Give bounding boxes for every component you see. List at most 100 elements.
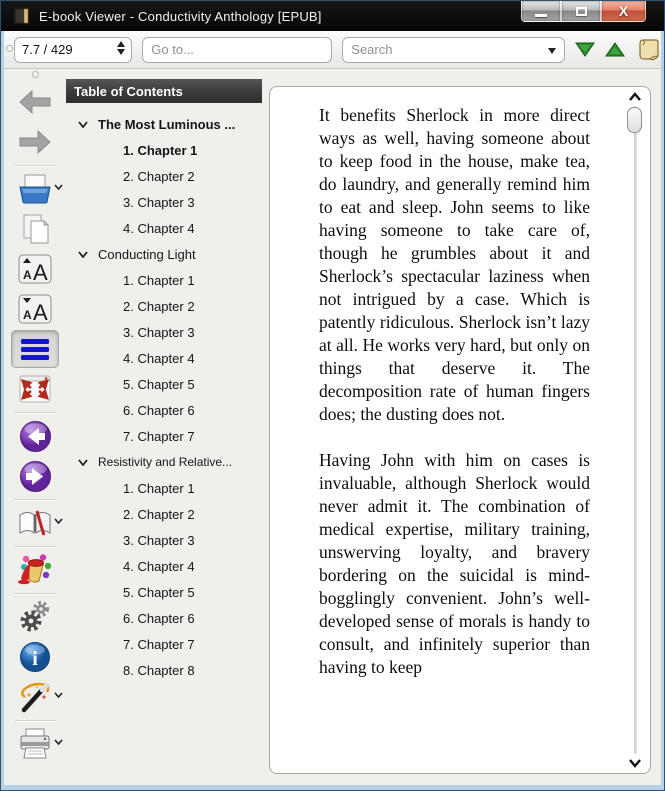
toc-item[interactable]: 2. Chapter 2 (66, 501, 268, 527)
font-size-larger-button[interactable]: A A (11, 250, 59, 288)
toc-item[interactable]: 3. Chapter 3 (66, 319, 268, 345)
spin-down-icon[interactable] (117, 48, 126, 55)
color-scheme-button[interactable] (11, 551, 59, 589)
page-position-spinner[interactable] (14, 36, 133, 63)
color-scheme-icon (18, 554, 52, 585)
chevron-down-icon[interactable] (78, 458, 92, 466)
toc-item[interactable]: 1. Chapter 1 (66, 475, 268, 501)
toc-section[interactable]: Conducting Light (66, 241, 268, 267)
info-icon: i (20, 642, 50, 672)
magic-wand-icon (21, 682, 50, 713)
toc-panel: Table of Contents The Most Luminous ... … (66, 69, 268, 785)
toolbar-handle[interactable] (6, 45, 13, 52)
previous-page-icon (19, 420, 51, 452)
toolbar-handle[interactable] (31, 71, 39, 78)
svg-text:i: i (32, 648, 38, 670)
font-size-smaller-button[interactable]: A A (11, 290, 59, 328)
toc-item[interactable]: 4. Chapter 4 (66, 345, 268, 371)
scroll-up-icon[interactable] (628, 92, 642, 102)
toc-item[interactable]: 3. Chapter 3 (66, 527, 268, 553)
paragraph: Having John with him on cases is invalua… (319, 450, 590, 677)
svg-text:A: A (23, 268, 32, 282)
search-combobox[interactable] (342, 36, 565, 63)
chevron-down-icon[interactable] (54, 518, 63, 524)
maximize-icon (575, 6, 587, 16)
chevron-down-icon[interactable] (548, 47, 556, 54)
open-ebook-icon (19, 174, 51, 204)
toc-item[interactable]: 5. Chapter 5 (66, 579, 268, 605)
toc-section[interactable]: The Most Luminous ... (66, 111, 268, 137)
goto-input[interactable] (142, 36, 333, 63)
chevron-down-icon[interactable] (78, 120, 92, 128)
toc-item[interactable]: 3. Chapter 3 (66, 189, 268, 215)
toc-item[interactable]: 5. Chapter 5 (66, 371, 268, 397)
table-of-contents-button[interactable] (11, 330, 59, 368)
forward-icon (19, 129, 51, 155)
scrollbar-thumb[interactable] (627, 107, 642, 133)
close-button[interactable]: X (601, 1, 646, 22)
chevron-down-icon[interactable] (54, 184, 63, 190)
toc-item[interactable]: 1. Chapter 1 (66, 137, 268, 163)
spin-up-icon[interactable] (117, 40, 126, 47)
toc-item[interactable]: 1. Chapter 1 (66, 267, 268, 293)
fullscreen-button[interactable] (11, 370, 59, 408)
next-page-button[interactable] (11, 457, 59, 495)
toc-item[interactable]: 2. Chapter 2 (66, 163, 268, 189)
book-info-button[interactable]: i (11, 638, 59, 676)
forward-button[interactable] (11, 123, 59, 161)
toggle-paged-mode-button[interactable] (637, 37, 661, 63)
toc-item[interactable]: 7. Chapter 7 (66, 423, 268, 449)
next-page-icon (19, 460, 51, 492)
chevron-down-icon[interactable] (54, 739, 63, 745)
toc-item[interactable]: 2. Chapter 2 (66, 293, 268, 319)
toc-section[interactable]: Resistivity and Relative... (66, 449, 268, 475)
font-size-smaller-icon: A A (18, 294, 52, 324)
book-page: It benefits Sherlock in more direct ways… (269, 86, 651, 774)
client-area: A A A A i Table of Contents The Most Lum… (4, 69, 661, 785)
book-text[interactable]: It benefits Sherlock in more direct ways… (270, 87, 650, 767)
back-icon (19, 89, 51, 115)
close-icon: X (618, 3, 629, 19)
preferences-gears-icon (20, 601, 49, 632)
separator (14, 593, 56, 594)
app-book-icon (13, 7, 29, 25)
find-previous-button[interactable] (605, 41, 625, 58)
previous-page-button[interactable] (11, 417, 59, 455)
toc-tree: The Most Luminous ... 1. Chapter 1 2. Ch… (66, 111, 268, 683)
scrollbar-track[interactable] (634, 106, 637, 754)
print-icon (20, 728, 50, 759)
separator (14, 412, 56, 413)
separator (14, 165, 56, 166)
chevron-down-icon[interactable] (54, 692, 63, 698)
search-input[interactable] (343, 42, 564, 57)
svg-text:A: A (33, 300, 48, 324)
spinner-arrows[interactable] (117, 40, 126, 55)
green-down-triangle-icon (575, 42, 595, 57)
print-button[interactable] (11, 725, 63, 763)
font-size-larger-icon: A A (18, 254, 52, 284)
toc-item[interactable]: 6. Chapter 6 (66, 397, 268, 423)
toc-item[interactable]: 7. Chapter 7 (66, 631, 268, 657)
bookmark-button[interactable] (11, 504, 63, 542)
toc-item[interactable]: 8. Chapter 8 (66, 657, 268, 683)
toc-item[interactable]: 6. Chapter 6 (66, 605, 268, 631)
separator (14, 499, 56, 500)
open-ebook-button[interactable] (11, 170, 63, 208)
chevron-down-icon[interactable] (78, 250, 92, 258)
reference-mode-button[interactable] (11, 678, 63, 716)
toc-item[interactable]: 4. Chapter 4 (66, 553, 268, 579)
title-bar[interactable]: E-book Viewer - Conductivity Anthology [… (1, 1, 664, 31)
minimize-button[interactable] (521, 1, 561, 22)
minimize-icon (535, 13, 547, 17)
left-toolbar: A A A A i (4, 69, 66, 785)
back-button[interactable] (11, 83, 59, 121)
page-position-input[interactable] (15, 42, 103, 57)
toc-item[interactable]: 4. Chapter 4 (66, 215, 268, 241)
find-next-button[interactable] (575, 41, 595, 58)
page-scrollbar[interactable] (625, 90, 645, 770)
preferences-button[interactable] (11, 598, 59, 636)
toc-header: Table of Contents (66, 79, 262, 103)
copy-button[interactable] (11, 210, 59, 248)
maximize-button[interactable] (561, 1, 601, 22)
scroll-down-icon[interactable] (628, 758, 642, 768)
